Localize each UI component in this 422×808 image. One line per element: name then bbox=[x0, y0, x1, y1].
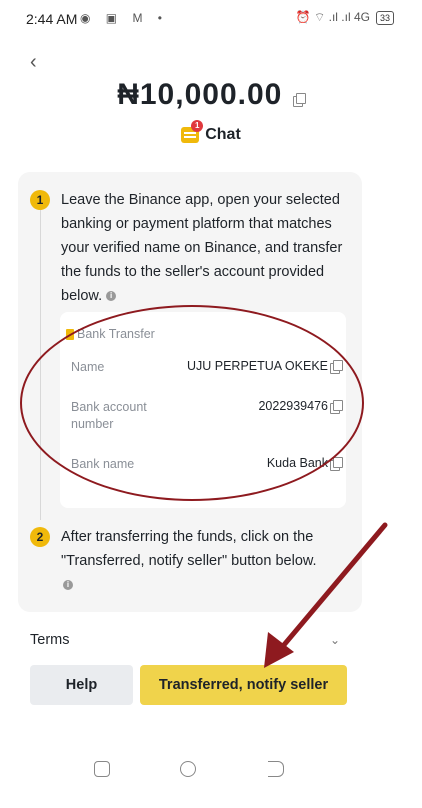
chat-button[interactable]: 1 Chat bbox=[181, 120, 241, 144]
chat-badge: 1 bbox=[191, 120, 204, 132]
back-nav-icon[interactable] bbox=[268, 761, 284, 777]
order-amount: ₦10,000.00 bbox=[117, 78, 283, 111]
amount-row: ₦10,000.00 bbox=[0, 78, 422, 112]
info-icon[interactable]: i bbox=[106, 291, 117, 302]
back-button[interactable]: ‹ bbox=[30, 52, 50, 72]
system-icons: ⏰ ⌔ .ıl .ıl 4G 33 bbox=[296, 10, 394, 25]
chat-label: Chat bbox=[205, 126, 241, 143]
home-icon[interactable] bbox=[180, 761, 196, 777]
chat-row: 1 Chat bbox=[0, 120, 422, 148]
battery-icon: 33 bbox=[375, 10, 394, 25]
copy-icon[interactable] bbox=[292, 93, 306, 108]
notification-icons: ◉ ▣ M • bbox=[80, 11, 169, 25]
chevron-down-icon: ⌄ bbox=[329, 633, 340, 647]
annotation-ellipse bbox=[20, 305, 364, 501]
help-button[interactable]: Help bbox=[30, 665, 133, 705]
recent-apps-icon[interactable] bbox=[94, 761, 110, 777]
status-bar: 2:44 AM ◉ ▣ M • ⏰ ⌔ .ıl .ıl 4G 33 bbox=[0, 0, 422, 40]
step-1-number: 1 bbox=[30, 190, 50, 210]
step-2-text: After transferring the funds, click on t… bbox=[61, 529, 317, 591]
step-1-text: Leave the Binance app, open your selecte… bbox=[61, 192, 343, 304]
signal-icons: ⏰ ⌔ .ıl .ıl 4G bbox=[295, 10, 370, 24]
transferred-notify-seller-button[interactable]: Transferred, notify seller bbox=[140, 665, 347, 705]
terms-row[interactable]: Terms ⌄ bbox=[30, 632, 340, 648]
terms-label: Terms bbox=[30, 632, 70, 648]
step-2-number: 2 bbox=[30, 527, 50, 547]
info-icon[interactable]: i bbox=[63, 580, 73, 591]
status-time: 2:44 AM bbox=[26, 11, 78, 27]
navigation-bar bbox=[0, 755, 422, 785]
